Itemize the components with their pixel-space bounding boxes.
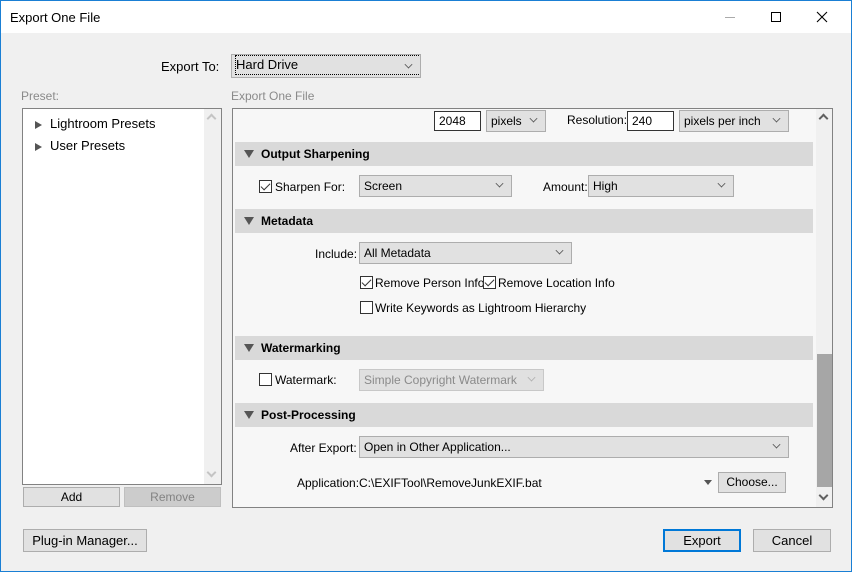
choose-button[interactable]: Choose... bbox=[718, 472, 786, 493]
title-bar: Export One File bbox=[1, 1, 851, 33]
include-value: All Metadata bbox=[364, 246, 431, 260]
preset-scrollbar[interactable] bbox=[204, 109, 221, 484]
settings-panel: 2048 pixels Resolution: 240 pixels per i… bbox=[232, 108, 833, 508]
preset-item-lightroom[interactable]: Lightroom Presets bbox=[35, 116, 156, 131]
close-button[interactable] bbox=[799, 1, 845, 33]
amount-value: High bbox=[593, 179, 618, 193]
chevron-down-icon bbox=[772, 440, 781, 449]
write-keywords-label: Write Keywords as Lightroom Hierarchy bbox=[375, 301, 587, 315]
resolution-label: Resolution: bbox=[567, 113, 628, 127]
chevron-down-icon bbox=[527, 373, 536, 382]
chevron-down-icon bbox=[495, 179, 504, 188]
scroll-up-icon[interactable] bbox=[818, 113, 829, 124]
remove-location-label: Remove Location Info bbox=[498, 276, 615, 290]
preset-item-user[interactable]: User Presets bbox=[35, 138, 125, 153]
application-dropdown-icon[interactable] bbox=[704, 480, 712, 485]
resolution-input[interactable]: 240 bbox=[627, 111, 674, 131]
close-icon bbox=[816, 11, 828, 23]
remove-person-label: Remove Person Info bbox=[375, 276, 485, 290]
watermark-value: Simple Copyright Watermark bbox=[364, 373, 517, 387]
sharpen-for-checkbox[interactable] bbox=[259, 180, 272, 193]
size-unit-value: pixels bbox=[491, 114, 522, 128]
remove-location-checkbox[interactable] bbox=[483, 276, 496, 289]
sharpen-for-label: Sharpen For: bbox=[275, 180, 346, 194]
settings-scrollbar[interactable] bbox=[816, 109, 832, 507]
include-select[interactable]: All Metadata bbox=[359, 242, 572, 264]
triangle-right-icon bbox=[35, 120, 42, 129]
chevron-down-icon bbox=[772, 114, 781, 123]
export-to-label: Export To: bbox=[161, 59, 220, 74]
export-button[interactable]: Export bbox=[663, 529, 741, 552]
settings-panel-label: Export One File bbox=[231, 89, 315, 103]
export-to-value: Hard Drive bbox=[234, 55, 420, 75]
maximize-button[interactable] bbox=[753, 1, 799, 33]
write-keywords-checkbox[interactable] bbox=[360, 301, 373, 314]
section-title: Metadata bbox=[261, 214, 314, 228]
include-label: Include: bbox=[315, 247, 358, 261]
watermark-checkbox[interactable] bbox=[259, 373, 272, 386]
minimize-button[interactable] bbox=[707, 1, 753, 33]
triangle-right-icon bbox=[35, 142, 42, 151]
section-output-sharpening[interactable]: Output Sharpening bbox=[235, 142, 813, 166]
application-path: C:\EXIFTool\RemoveJunkEXIF.bat bbox=[359, 476, 542, 490]
scroll-up-icon[interactable] bbox=[206, 113, 217, 124]
resolution-unit-value: pixels per inch bbox=[684, 114, 761, 128]
section-title: Post-Processing bbox=[261, 408, 356, 422]
after-export-value: Open in Other Application... bbox=[364, 440, 511, 454]
window-title: Export One File bbox=[10, 10, 101, 25]
preset-list: Lightroom Presets User Presets bbox=[22, 108, 222, 485]
section-title: Output Sharpening bbox=[261, 147, 370, 161]
size-input[interactable]: 2048 bbox=[434, 111, 481, 131]
application-label: Application: bbox=[297, 476, 360, 490]
watermark-label: Watermark: bbox=[275, 373, 337, 387]
plugin-manager-button[interactable]: Plug-in Manager... bbox=[23, 529, 147, 552]
preset-label: Preset: bbox=[21, 89, 60, 103]
maximize-icon bbox=[771, 12, 781, 22]
watermark-select[interactable]: Simple Copyright Watermark bbox=[359, 369, 544, 391]
section-watermarking[interactable]: Watermarking bbox=[235, 336, 813, 360]
minimize-icon bbox=[725, 16, 735, 18]
preset-item-label: User Presets bbox=[50, 138, 126, 153]
sharpen-for-value: Screen bbox=[364, 179, 403, 193]
size-unit-select[interactable]: pixels bbox=[486, 110, 546, 132]
section-post-processing[interactable]: Post-Processing bbox=[235, 403, 813, 427]
chevron-down-icon bbox=[529, 114, 538, 123]
section-title: Watermarking bbox=[261, 341, 341, 355]
chevron-down-icon bbox=[555, 246, 564, 255]
scroll-down-icon[interactable] bbox=[206, 467, 217, 478]
resolution-unit-select[interactable]: pixels per inch bbox=[679, 110, 789, 132]
export-dialog: Export One File Export To: Hard Drive Pr… bbox=[0, 0, 852, 572]
section-metadata[interactable]: Metadata bbox=[235, 209, 813, 233]
triangle-down-icon bbox=[244, 344, 254, 352]
amount-select[interactable]: High bbox=[588, 175, 734, 197]
after-export-select[interactable]: Open in Other Application... bbox=[359, 436, 789, 458]
remove-person-checkbox[interactable] bbox=[360, 276, 373, 289]
cancel-button[interactable]: Cancel bbox=[753, 529, 831, 552]
remove-preset-button[interactable]: Remove bbox=[124, 487, 221, 507]
add-preset-button[interactable]: Add bbox=[23, 487, 120, 507]
triangle-down-icon bbox=[244, 150, 254, 158]
scroll-down-icon[interactable] bbox=[818, 490, 829, 501]
scrollbar-thumb[interactable] bbox=[817, 354, 832, 487]
chevron-down-icon bbox=[717, 179, 726, 188]
preset-item-label: Lightroom Presets bbox=[50, 116, 156, 131]
sharpen-for-select[interactable]: Screen bbox=[359, 175, 512, 197]
triangle-down-icon bbox=[244, 217, 254, 225]
amount-label: Amount: bbox=[543, 180, 588, 194]
after-export-label: After Export: bbox=[290, 441, 357, 455]
export-to-select[interactable]: Hard Drive bbox=[231, 54, 421, 78]
triangle-down-icon bbox=[244, 411, 254, 419]
